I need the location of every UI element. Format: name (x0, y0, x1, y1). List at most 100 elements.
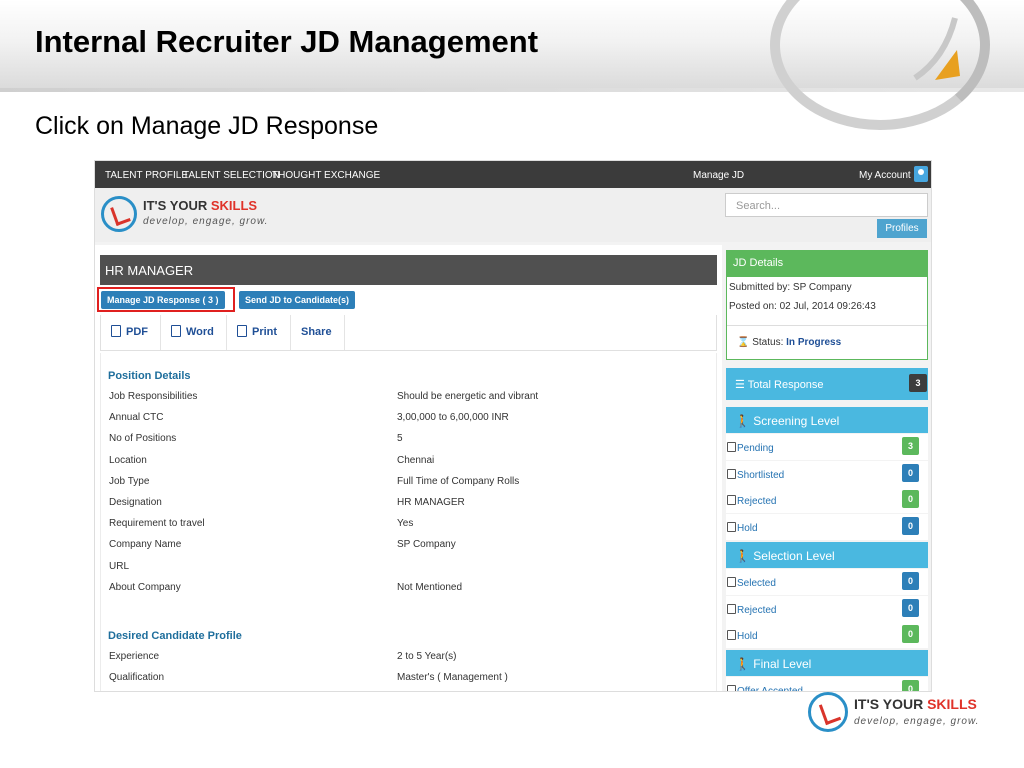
level-item-pending[interactable]: Pending 3 (726, 434, 928, 460)
nav-talent-profile[interactable]: TALENT PROFILE (105, 170, 188, 181)
status-line: ⌛ Status: In Progress (737, 337, 841, 348)
count-badge[interactable]: 0 (902, 463, 919, 482)
screening-level-header: 🚶 Screening Level (726, 407, 928, 433)
detail-label: Location (109, 454, 147, 466)
screening-level-title: Screening Level (753, 414, 840, 428)
detail-row: Annual CTC 3,00,000 to 6,00,000 INR (109, 412, 709, 423)
detail-label: Experience (109, 651, 160, 662)
instruction-text: Click on Manage JD Response (35, 112, 379, 140)
jd-content: Position Details Job Responsibilities Sho… (100, 353, 717, 691)
detail-row: No of Positions 5 (109, 433, 709, 444)
send-jd-button[interactable]: Send JD to Candidate(s) (239, 291, 356, 309)
app-header: IT'S YOUR SKILLS develop, engage, grow. … (95, 188, 931, 242)
level-item-shortlisted[interactable]: Shortlisted 0 (726, 460, 928, 487)
position-details-title: Position Details (108, 370, 191, 382)
logo-mark-icon (101, 196, 137, 232)
level-item-label: Rejected (737, 604, 777, 616)
top-nav: TALENT PROFILE TALENT SELECTION THOUGHT … (95, 161, 931, 188)
selection-level-header: 🚶 Selection Level (726, 542, 928, 568)
nav-thought-exchange[interactable]: THOUGHT EXCHANGE (272, 170, 380, 181)
detail-value: Full Time of Company Rolls (397, 475, 520, 487)
submitted-by: Submitted by: SP Company (729, 282, 852, 293)
count-badge[interactable]: 0 (902, 598, 919, 617)
list-icon: ☰ (735, 379, 748, 391)
jd-details-box: Submitted by: SP Company Posted on: 02 J… (726, 276, 928, 360)
person-icon: 🚶 (735, 657, 754, 671)
detail-label: Company Name (109, 539, 182, 551)
pdf-button[interactable]: PDF (101, 315, 161, 350)
app-screenshot: TALENT PROFILE TALENT SELECTION THOUGHT … (94, 160, 932, 692)
footer-logo: IT'S YOUR SKILLS develop, engage, grow. (805, 690, 995, 740)
level-item-hold[interactable]: Hold 0 (726, 514, 928, 541)
footer-logo-brand: IT'S YOUR SKILLS (854, 696, 977, 712)
detail-row: About Company Not Mentioned (109, 582, 709, 593)
posted-on: Posted on: 02 Jul, 2014 09:26:43 (729, 301, 876, 312)
hourglass-icon: ⌛ (737, 337, 753, 348)
detail-row: Company Name SP Company (109, 539, 709, 550)
detail-value: Yes (397, 518, 414, 530)
status-value: In Progress (786, 337, 842, 348)
detail-row: Designation HR MANAGER (109, 497, 709, 508)
status-icon (727, 603, 736, 614)
level-item-selected[interactable]: Selected 0 (726, 569, 928, 595)
detail-label: Requirement to travel (109, 518, 205, 530)
detail-row: Requirement to travel Yes (109, 518, 709, 529)
total-response-bar[interactable]: ☰ Total Response (726, 368, 928, 400)
detail-row: Job Type Full Time of Company Rolls (109, 476, 709, 487)
logo-brand-prefix: IT'S YOUR (143, 198, 211, 213)
footer-brand-prefix: IT'S YOUR (854, 696, 928, 712)
status-icon (727, 495, 736, 506)
detail-label: About Company (109, 581, 181, 593)
level-item-label: Shortlisted (737, 469, 785, 481)
share-button[interactable]: Share (291, 315, 345, 350)
person-icon: 🚶 (735, 414, 754, 428)
total-response-count[interactable]: 3 (909, 374, 927, 392)
jd-main-panel: HR MANAGER Manage JD Response ( 3 ) Send… (95, 245, 722, 691)
level-item-label: Hold (737, 631, 758, 643)
level-item-rejected[interactable]: Rejected 0 (726, 487, 928, 514)
count-badge[interactable]: 0 (902, 572, 919, 590)
detail-row: URL (109, 561, 709, 572)
detail-value: Master's ( Management ) (397, 672, 508, 684)
nav-manage-jd[interactable]: Manage JD (693, 170, 744, 181)
search-input[interactable]: Search... (725, 193, 928, 217)
detail-label: Qualification (109, 672, 165, 684)
app-logo[interactable]: IT'S YOUR SKILLS develop, engage, grow. (101, 194, 271, 238)
count-badge[interactable]: 0 (902, 490, 919, 509)
nav-my-account[interactable]: My Account (859, 170, 911, 181)
count-badge[interactable]: 0 (902, 625, 919, 644)
level-item-hold[interactable]: Hold 0 (726, 622, 928, 649)
nav-talent-selection[interactable]: TALENT SELECTION (183, 170, 280, 181)
detail-label: Job Type (109, 475, 150, 487)
jd-details-title: JD Details (726, 250, 928, 276)
word-button[interactable]: Word (161, 315, 227, 350)
pdf-icon (111, 325, 121, 337)
status-label: Status: (752, 337, 784, 348)
print-button[interactable]: Print (227, 315, 291, 350)
profiles-button[interactable]: Profiles (877, 219, 927, 238)
level-item-label: Pending (737, 443, 774, 454)
manage-jd-response-button[interactable]: Manage JD Response ( 3 ) (101, 291, 225, 309)
word-icon (171, 325, 181, 337)
share-label: Share (301, 326, 332, 338)
person-icon: 🚶 (735, 549, 754, 563)
candidate-profile-title: Desired Candidate Profile (108, 630, 242, 642)
footer-logo-mark-icon (808, 692, 848, 732)
level-item-label: Offer Accepted (737, 686, 803, 692)
word-label: Word (186, 326, 214, 338)
detail-value: SP Company (397, 539, 456, 551)
final-level-title: Final Level (753, 657, 812, 671)
level-item-label: Rejected (737, 496, 777, 508)
count-badge[interactable]: 0 (902, 517, 919, 536)
print-label: Print (252, 326, 278, 338)
count-badge[interactable]: 3 (902, 437, 919, 455)
logo-tagline: develop, engage, grow. (143, 216, 269, 227)
user-icon[interactable] (914, 166, 928, 182)
slide: Internal Recruiter JD Management Click o… (0, 0, 1024, 768)
level-item-rejected[interactable]: Rejected 0 (726, 595, 928, 622)
status-icon (727, 630, 736, 641)
detail-row: Job Responsibilities Should be energetic … (109, 391, 709, 402)
detail-value: Should be energetic and vibrant (397, 391, 539, 402)
job-title: HR MANAGER (100, 255, 717, 285)
footer-logo-tagline: develop, engage, grow. (854, 716, 980, 727)
